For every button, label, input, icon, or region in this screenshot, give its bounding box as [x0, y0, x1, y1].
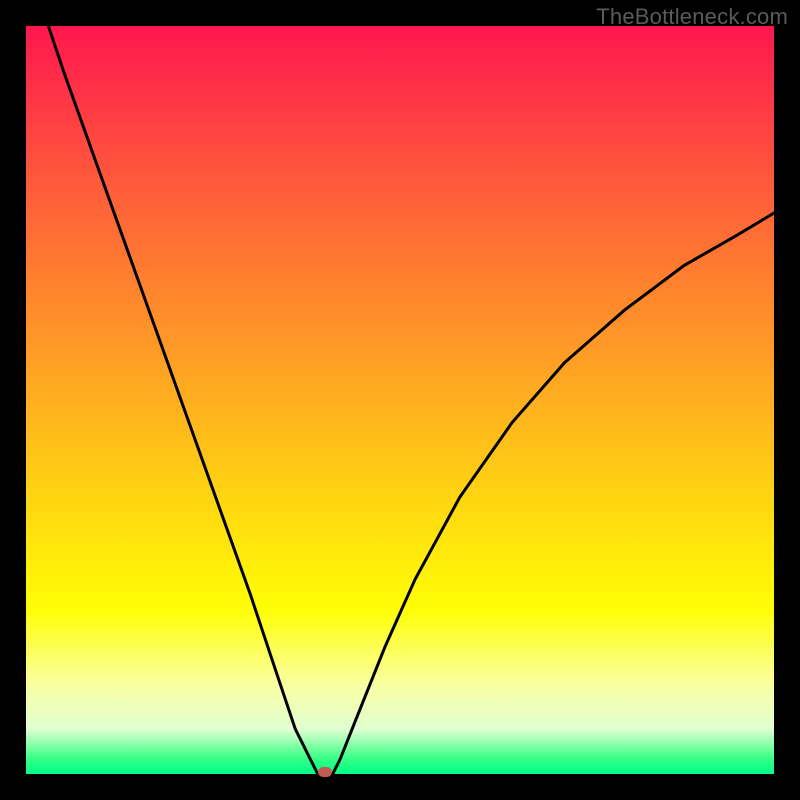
right-branch-path: [333, 213, 774, 774]
optimal-point-marker: [318, 767, 332, 777]
gradient-plot-area: [26, 26, 774, 774]
bottleneck-curve: [26, 26, 774, 774]
watermark-text: TheBottleneck.com: [596, 4, 788, 30]
left-branch-path: [48, 26, 317, 774]
